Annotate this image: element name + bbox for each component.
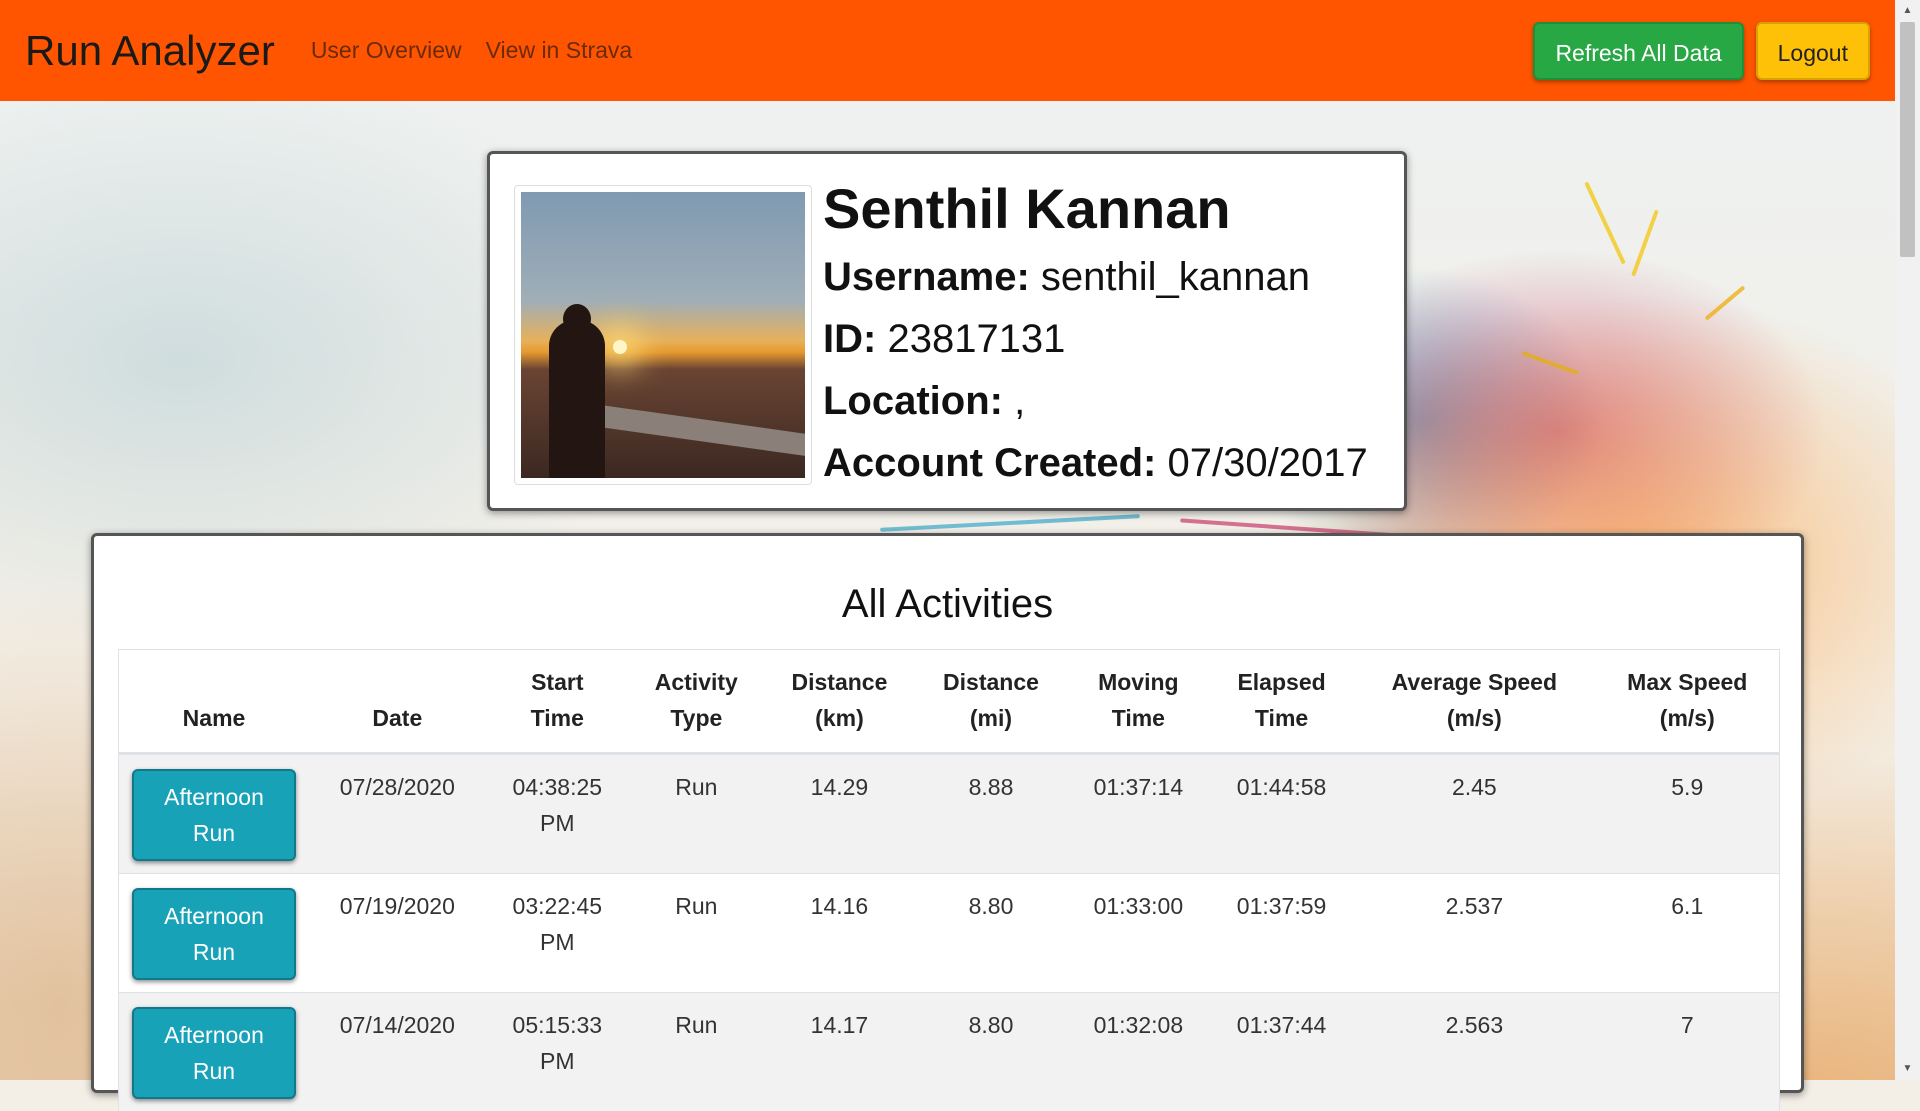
profile-card: Senthil Kannan Username: senthil_kannan … (487, 151, 1407, 511)
activities-card: All Activities Name Date StartTime Activ… (91, 533, 1804, 1093)
table-row: AfternoonRun 07/14/2020 05:15:33PM Run 1… (119, 993, 1780, 1111)
cell-date: 07/14/2020 (309, 993, 486, 1111)
header-moving-time[interactable]: MovingTime (1067, 650, 1210, 754)
username-value: senthil_kannan (1041, 255, 1310, 299)
page-scrollbar[interactable]: ▲ ▼ (1895, 0, 1920, 1080)
id-value: 23817131 (887, 317, 1065, 361)
profile-account-created: Account Created: 07/30/2017 (823, 432, 1368, 494)
navbar-actions: Refresh All Data Logout (1533, 22, 1870, 80)
account-created-value: 07/30/2017 (1168, 441, 1368, 485)
location-value: , (1014, 379, 1025, 423)
profile-location: Location: , (823, 370, 1368, 432)
scroll-down-arrow-icon[interactable]: ▼ (1895, 1058, 1920, 1080)
avatar-frame (514, 185, 812, 485)
cell-date: 07/19/2020 (309, 874, 486, 993)
nav-view-in-strava[interactable]: View in Strava (486, 37, 633, 64)
header-elapsed-time[interactable]: ElapsedTime (1210, 650, 1353, 754)
header-max-speed[interactable]: Max Speed(m/s) (1596, 650, 1780, 754)
header-start-time[interactable]: StartTime (486, 650, 629, 754)
cell-average-speed: 2.563 (1353, 993, 1595, 1111)
table-row: AfternoonRun 07/19/2020 03:22:45PM Run 1… (119, 874, 1780, 993)
cell-max-speed: 7 (1596, 993, 1780, 1111)
id-label: ID: (823, 317, 876, 361)
cell-distance-km: 14.29 (764, 754, 916, 874)
cell-moving-time: 01:33:00 (1067, 874, 1210, 993)
scroll-up-arrow-icon[interactable]: ▲ (1895, 0, 1920, 22)
cell-start-time: 04:38:25PM (486, 754, 629, 874)
app-brand[interactable]: Run Analyzer (25, 27, 275, 75)
cell-distance-km: 14.17 (764, 993, 916, 1111)
cell-activity-type: Run (629, 754, 764, 874)
cell-moving-time: 01:37:14 (1067, 754, 1210, 874)
header-distance-mi[interactable]: Distance(mi) (915, 650, 1067, 754)
table-row: AfternoonRun 07/28/2020 04:38:25PM Run 1… (119, 754, 1780, 874)
header-distance-km[interactable]: Distance(km) (764, 650, 916, 754)
cell-elapsed-time: 01:37:59 (1210, 874, 1353, 993)
cell-average-speed: 2.45 (1353, 754, 1595, 874)
nav-user-overview[interactable]: User Overview (311, 37, 462, 64)
table-header-row: Name Date StartTime ActivityType Distanc… (119, 650, 1780, 754)
profile-name: Senthil Kannan (823, 174, 1368, 244)
account-created-label: Account Created: (823, 441, 1156, 485)
cell-max-speed: 6.1 (1596, 874, 1780, 993)
header-activity-type[interactable]: ActivityType (629, 650, 764, 754)
activities-table: Name Date StartTime ActivityType Distanc… (118, 649, 1780, 1111)
refresh-all-data-button[interactable]: Refresh All Data (1533, 22, 1743, 80)
scroll-thumb[interactable] (1900, 22, 1915, 257)
activity-name-button[interactable]: AfternoonRun (132, 769, 296, 861)
activity-name-button[interactable]: AfternoonRun (132, 1007, 296, 1099)
profile-username: Username: senthil_kannan (823, 246, 1368, 308)
cell-start-time: 03:22:45PM (486, 874, 629, 993)
header-date[interactable]: Date (309, 650, 486, 754)
activities-title: All Activities (94, 582, 1801, 627)
cell-activity-type: Run (629, 874, 764, 993)
cell-date: 07/28/2020 (309, 754, 486, 874)
cell-distance-mi: 8.80 (915, 993, 1067, 1111)
header-average-speed[interactable]: Average Speed(m/s) (1353, 650, 1595, 754)
cell-average-speed: 2.537 (1353, 874, 1595, 993)
location-label: Location: (823, 379, 1003, 423)
cell-elapsed-time: 01:44:58 (1210, 754, 1353, 874)
profile-avatar (521, 192, 805, 478)
cell-activity-type: Run (629, 993, 764, 1111)
activity-name-button[interactable]: AfternoonRun (132, 888, 296, 980)
header-name[interactable]: Name (119, 650, 310, 754)
cell-elapsed-time: 01:37:44 (1210, 993, 1353, 1111)
cell-start-time: 05:15:33PM (486, 993, 629, 1111)
cell-distance-km: 14.16 (764, 874, 916, 993)
profile-id: ID: 23817131 (823, 308, 1368, 370)
logout-button[interactable]: Logout (1756, 22, 1870, 80)
cell-distance-mi: 8.80 (915, 874, 1067, 993)
profile-info: Senthil Kannan Username: senthil_kannan … (823, 174, 1368, 494)
cell-max-speed: 5.9 (1596, 754, 1780, 874)
username-label: Username: (823, 255, 1030, 299)
cell-distance-mi: 8.88 (915, 754, 1067, 874)
cell-moving-time: 01:32:08 (1067, 993, 1210, 1111)
top-navbar: Run Analyzer User Overview View in Strav… (0, 0, 1895, 101)
